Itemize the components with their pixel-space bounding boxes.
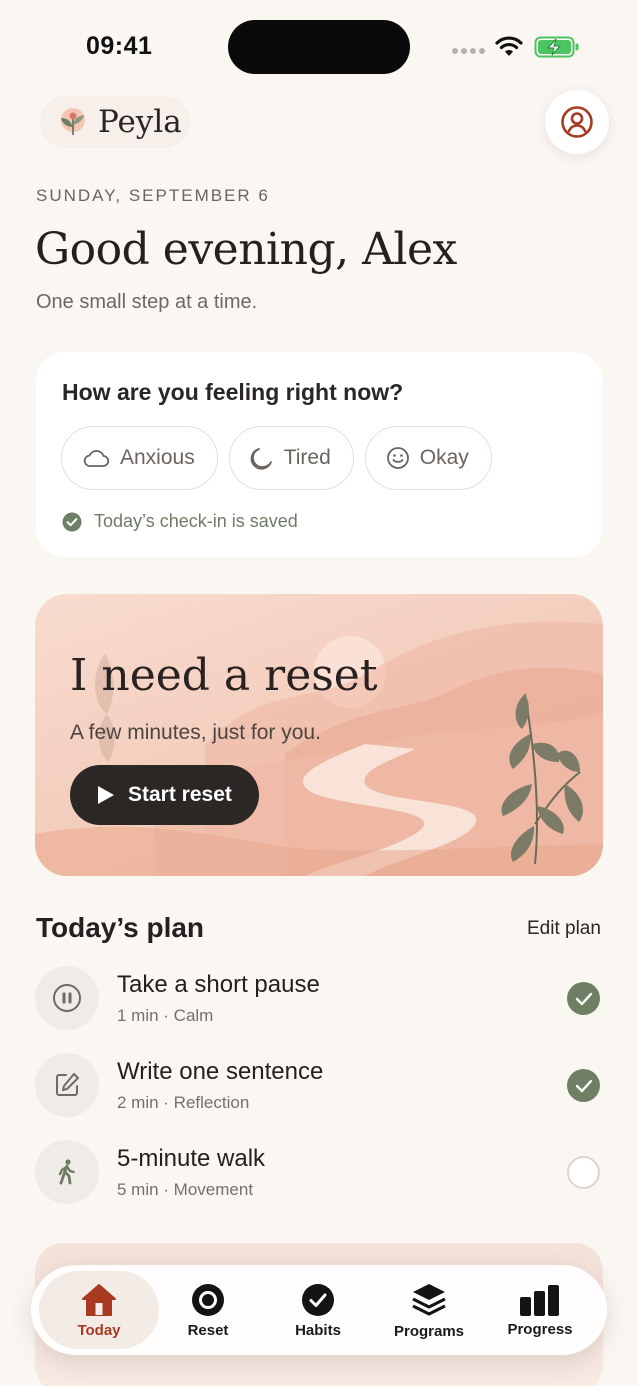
tab-label: Reset [187,1321,229,1339]
play-icon [98,786,114,804]
tab-label: Programs [393,1322,465,1340]
status-bar: 09:41 [0,0,638,92]
plan-item-pause[interactable]: Take a short pause 1 min · Calm [35,966,602,1032]
leaf-logo-icon [61,108,85,135]
check-circle-icon [62,512,82,531]
walk-icon [58,1159,75,1185]
checkin-saved-text: Today’s check-in is saved [94,511,298,531]
mood-label: Okay [419,446,469,469]
tab-reset[interactable]: Reset [159,1271,257,1349]
plan-item-name: Take a short pause [117,971,320,998]
plan-item-walk[interactable]: 5-minute walk 5 min · Movement [35,1140,602,1206]
reset-card-title: I need a reset [70,650,378,701]
reset-card-subtitle: A few minutes, just for you. [70,721,321,744]
tab-habits[interactable]: Habits [269,1271,367,1349]
app-name: Peyla [98,104,182,140]
current-date: SUNDAY, SEPTEMBER 6 [36,186,270,205]
checkmark-icon [575,992,592,1005]
plan-item-name: 5-minute walk [117,1145,266,1172]
pause-icon [53,984,81,1012]
user-circle-icon [561,106,593,138]
completed-checkbox[interactable] [567,982,600,1015]
mood-options: Anxious Tired Okay [61,426,492,490]
moon-icon [250,448,272,470]
reset-card[interactable]: I need a reset A few minutes, just for y… [35,594,603,876]
edit-plan-button[interactable]: Edit plan [527,918,601,940]
bar-chart-icon [520,1284,559,1316]
battery-charging-icon [534,36,579,58]
tab-progress[interactable]: Progress [491,1271,589,1349]
tab-label: Progress [507,1320,573,1338]
plan-item-write[interactable]: Write one sentence 2 min · Reflection [35,1053,602,1119]
tab-programs[interactable]: Programs [379,1271,479,1349]
start-reset-button[interactable]: Start reset [70,765,259,825]
checkin-status: Today’s check-in is saved [62,511,298,532]
completed-checkbox[interactable] [567,1069,600,1102]
mood-label: Tired [283,446,331,469]
plan-item-meta: 2 min · Reflection [117,1093,250,1112]
ring-icon [192,1283,224,1316]
smile-icon [386,447,409,469]
checkmark-icon [575,1079,592,1092]
app-logo: Peyla [40,96,190,148]
mood-option-tired[interactable]: Tired [228,426,354,490]
status-time: 09:41 [86,32,153,60]
dynamic-island [228,20,410,74]
plan-item-icon [35,1053,99,1117]
profile-button[interactable] [545,90,609,154]
plan-item-name: Write one sentence [117,1058,324,1085]
mood-label: Anxious [120,446,195,469]
greeting-subtitle: One small step at a time. [36,291,258,313]
home-icon [82,1283,116,1316]
mood-checkin-card: How are you feeling right now? Anxious T… [36,352,602,557]
plan-item-icon [35,966,99,1030]
mood-option-anxious[interactable]: Anxious [61,426,218,490]
tab-label: Today [77,1321,121,1339]
plan-section-title: Today’s plan [36,912,205,943]
layers-icon [412,1283,446,1315]
edit-icon [56,1073,79,1096]
checkin-question: How are you feeling right now? [62,379,404,405]
tab-label: Habits [295,1321,341,1339]
tab-today[interactable]: Today [39,1271,159,1349]
plan-item-icon [35,1140,99,1204]
plan-item-meta: 1 min · Calm [117,1006,214,1025]
plan-item-meta: 5 min · Movement [117,1180,254,1199]
bottom-tab-bar: Today Reset Habits Programs Progress [31,1265,607,1355]
cloud-icon [83,450,110,467]
check-circle-icon [302,1283,334,1316]
wifi-icon [495,36,523,56]
mood-option-okay[interactable]: Okay [364,426,492,490]
cellular-signal-icon [452,48,485,54]
start-reset-label: Start reset [128,783,232,806]
greeting-title: Good evening, Alex [35,224,457,275]
incomplete-checkbox[interactable] [567,1156,600,1189]
